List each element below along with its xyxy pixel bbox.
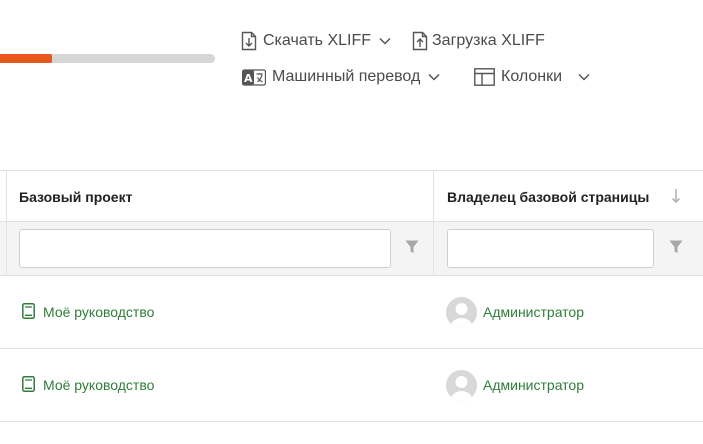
filter-icon[interactable]	[669, 240, 683, 259]
page-owner-filter-input[interactable]	[447, 229, 654, 268]
project-link[interactable]: Моё руководство	[22, 276, 154, 348]
owner-name: Администратор	[483, 377, 585, 393]
download-xliff-button[interactable]: Скачать XLIFF	[241, 31, 391, 51]
sort-arrow-down-icon[interactable]	[671, 188, 681, 209]
upload-xliff-label: Загрузка XLIFF	[432, 32, 545, 49]
project-name: Моё руководство	[43, 377, 155, 393]
owner-link[interactable]: Администратор	[446, 276, 584, 348]
columns-icon	[474, 68, 495, 86]
table-filter-row	[0, 222, 703, 276]
avatar	[446, 296, 477, 328]
chevron-down-icon[interactable]	[428, 73, 440, 81]
project-name: Моё руководство	[43, 304, 155, 320]
table-header-row: Базовый проект Владелец базовой страницы	[0, 170, 703, 222]
file-download-icon	[241, 31, 257, 51]
upload-xliff-button[interactable]: Загрузка XLIFF	[412, 31, 545, 51]
download-xliff-label: Скачать XLIFF	[263, 32, 372, 49]
file-upload-icon	[412, 31, 428, 51]
column-divider[interactable]	[433, 170, 434, 276]
chevron-down-icon[interactable]	[379, 37, 391, 45]
translate-icon: A	[242, 68, 266, 86]
book-icon	[22, 302, 35, 322]
table-row: Моё руководство Администратор	[0, 276, 703, 349]
owner-name: Администратор	[483, 304, 585, 320]
progress-bar-fill	[0, 54, 52, 63]
column-header-base-project[interactable]: Базовый проект	[19, 171, 132, 223]
column-divider	[6, 170, 7, 276]
progress-bar	[0, 54, 215, 63]
columns-label: Колонки	[501, 68, 563, 85]
filter-icon[interactable]	[405, 240, 419, 259]
owner-link[interactable]: Администратор	[446, 349, 584, 421]
machine-translation-label: Машинный перевод	[272, 68, 421, 85]
avatar	[446, 369, 477, 401]
book-icon	[22, 375, 35, 395]
chevron-down-icon[interactable]	[578, 73, 590, 81]
project-link[interactable]: Моё руководство	[22, 349, 154, 421]
columns-button[interactable]: Колонки	[474, 68, 590, 86]
base-project-filter-input[interactable]	[19, 229, 391, 268]
column-header-base-page-owner[interactable]: Владелец базовой страницы	[447, 171, 649, 223]
machine-translation-button[interactable]: A Машинный перевод	[242, 68, 440, 86]
svg-text:A: A	[244, 72, 253, 85]
table-row: Моё руководство Администратор	[0, 349, 703, 422]
